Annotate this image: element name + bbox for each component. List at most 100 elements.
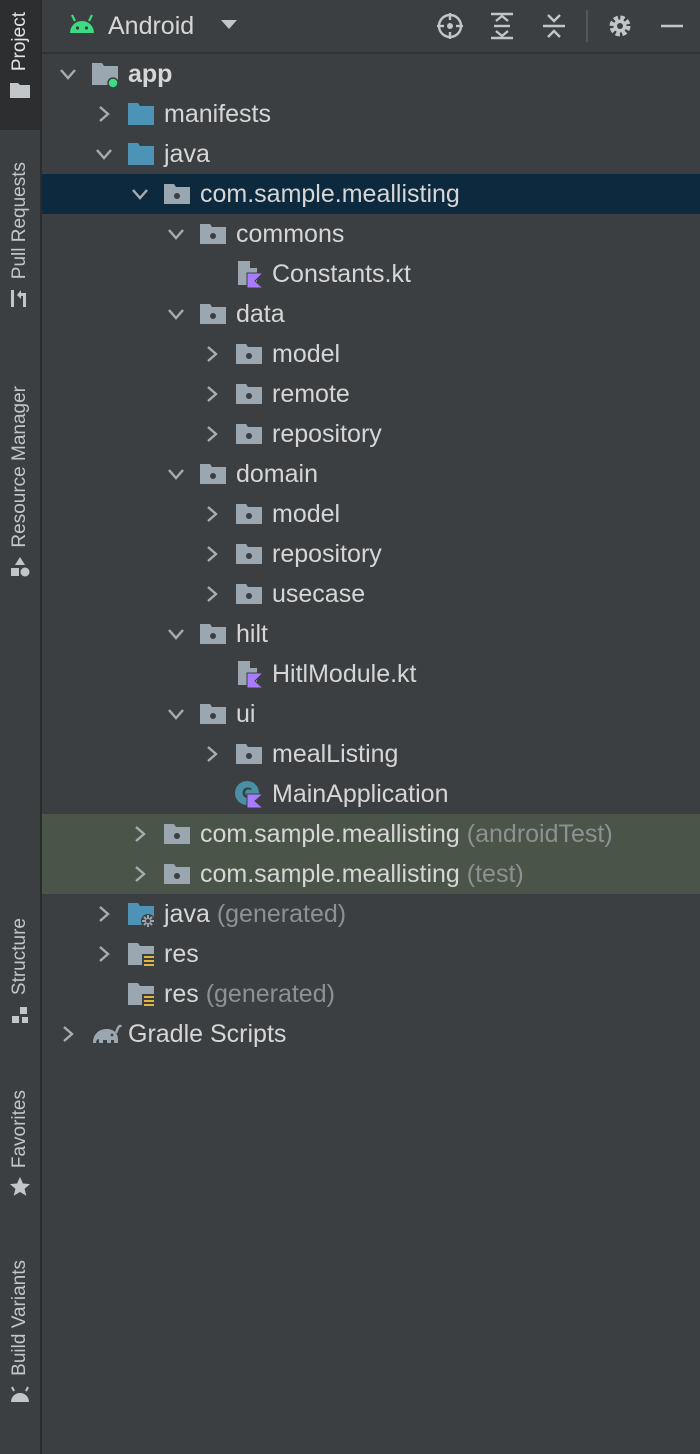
tree-row[interactable]: app — [42, 54, 700, 94]
chevron-right-icon[interactable] — [130, 864, 150, 884]
chevron-right-icon[interactable] — [94, 904, 114, 924]
chevron-right-icon[interactable] — [202, 424, 222, 444]
tree-row[interactable]: com.sample.meallisting — [42, 174, 700, 214]
chevron-right-icon[interactable] — [202, 544, 222, 564]
chevron-down-icon[interactable] — [94, 144, 114, 164]
chevron-down-icon[interactable] — [166, 304, 186, 324]
settings-gear-icon[interactable] — [606, 12, 634, 40]
package-icon — [234, 739, 264, 769]
tree-row-label: MainApplication — [272, 779, 449, 809]
tree-row[interactable]: CMainApplication — [42, 774, 700, 814]
dropdown-arrow-icon — [220, 17, 238, 35]
tree-row[interactable]: Gradle Scripts — [42, 1014, 700, 1054]
tree-row-label: mealListing — [272, 739, 398, 769]
chevron-right-icon[interactable] — [130, 824, 150, 844]
tree-row[interactable]: data — [42, 294, 700, 334]
chevron-right-icon[interactable] — [94, 104, 114, 124]
tree-row-name: usecase — [272, 580, 366, 608]
tree-row[interactable]: model — [42, 334, 700, 374]
module-folder-icon — [90, 59, 120, 89]
tree-row-label: com.sample.meallisting (test) — [200, 859, 524, 889]
collapse-all-icon[interactable] — [540, 12, 568, 40]
tree-row-label: HitlModule.kt — [272, 659, 417, 689]
folder-icon — [9, 79, 31, 101]
tab-resource-manager[interactable]: Resource Manager — [0, 386, 40, 578]
tab-project[interactable]: Project — [0, 0, 40, 130]
tree-row[interactable]: model — [42, 494, 700, 534]
android-icon — [9, 1384, 31, 1406]
left-tool-strip: Project Pull Requests Resource Manager S… — [0, 0, 42, 1454]
tree-row[interactable]: com.sample.meallisting (test) — [42, 854, 700, 894]
hide-minimize-icon[interactable] — [658, 12, 686, 40]
package-icon — [234, 339, 264, 369]
tree-row-label: remote — [272, 379, 350, 409]
chevron-right-icon[interactable] — [94, 944, 114, 964]
tree-row-name: Gradle Scripts — [128, 1020, 287, 1048]
tree-row[interactable]: mealListing — [42, 734, 700, 774]
chevron-right-icon[interactable] — [202, 584, 222, 604]
tab-build-variants[interactable]: Build Variants — [0, 1260, 40, 1406]
locate-icon[interactable] — [436, 12, 464, 40]
chevron-down-icon[interactable] — [130, 184, 150, 204]
chevron-right-icon[interactable] — [202, 744, 222, 764]
tree-row-label: com.sample.meallisting — [200, 179, 460, 209]
resource-folder-icon — [126, 979, 156, 1009]
tree-row-label: ui — [236, 699, 255, 729]
chevron-down-icon[interactable] — [58, 64, 78, 84]
chevron-down-icon[interactable] — [166, 224, 186, 244]
view-selector[interactable]: Android — [68, 8, 238, 44]
pull-request-icon — [9, 287, 31, 309]
tab-pull-requests[interactable]: Pull Requests — [0, 162, 40, 309]
kotlin-file-icon — [234, 659, 265, 689]
chevron-down-icon[interactable] — [166, 464, 186, 484]
tree-row[interactable]: Constants.kt — [42, 254, 700, 294]
package-icon — [198, 299, 228, 329]
tab-project-label: Project — [9, 12, 30, 72]
chevron-right-icon[interactable] — [202, 344, 222, 364]
tree-row-suffix: (androidTest) — [466, 820, 613, 848]
chevron-right-icon[interactable] — [202, 504, 222, 524]
tree-row-label: manifests — [164, 99, 271, 129]
tree-row[interactable]: repository — [42, 414, 700, 454]
package-icon — [162, 179, 192, 209]
tree-row-name: mealListing — [272, 740, 399, 768]
chevron-down-icon[interactable] — [166, 624, 186, 644]
package-icon — [162, 859, 192, 889]
tree-row[interactable]: manifests — [42, 94, 700, 134]
package-icon — [198, 459, 228, 489]
tree-row-name: com.sample.meallisting — [200, 820, 460, 848]
kotlin-class-icon: C — [234, 779, 265, 809]
tree-row[interactable]: domain — [42, 454, 700, 494]
tree-row[interactable]: usecase — [42, 574, 700, 614]
tab-favorites-label: Favorites — [9, 1090, 30, 1169]
tree-row[interactable]: remote — [42, 374, 700, 414]
tree-row[interactable]: com.sample.meallisting (androidTest) — [42, 814, 700, 854]
tab-favorites[interactable]: Favorites — [0, 1090, 40, 1198]
tree-row[interactable]: hilt — [42, 614, 700, 654]
tree-row-suffix: (test) — [466, 860, 524, 888]
toolbar-divider — [586, 10, 588, 42]
project-tree: app manifests java com.sample.meallisting co… — [42, 54, 700, 1054]
tree-row[interactable]: commons — [42, 214, 700, 254]
expand-all-icon[interactable] — [488, 12, 516, 40]
tree-row[interactable]: res — [42, 934, 700, 974]
chevron-down-icon[interactable] — [166, 704, 186, 724]
tree-row[interactable]: java — [42, 134, 700, 174]
chevron-right-icon[interactable] — [202, 384, 222, 404]
tree-row[interactable]: res (generated) — [42, 974, 700, 1014]
tree-row[interactable]: java (generated) — [42, 894, 700, 934]
chevron-right-icon[interactable] — [58, 1024, 78, 1044]
tree-row-name: java — [164, 900, 210, 928]
tree-row-label: repository — [272, 539, 382, 569]
tree-row-label: model — [272, 499, 340, 529]
package-icon — [234, 499, 264, 529]
structure-icon — [9, 1003, 31, 1025]
tree-row[interactable]: repository — [42, 534, 700, 574]
tree-row-suffix: (generated) — [205, 980, 335, 1008]
package-icon — [162, 819, 192, 849]
folder-icon — [126, 139, 156, 169]
tree-row-name: data — [236, 300, 285, 328]
tree-row[interactable]: ui — [42, 694, 700, 734]
tree-row[interactable]: HitlModule.kt — [42, 654, 700, 694]
tab-structure[interactable]: Structure — [0, 918, 40, 1025]
